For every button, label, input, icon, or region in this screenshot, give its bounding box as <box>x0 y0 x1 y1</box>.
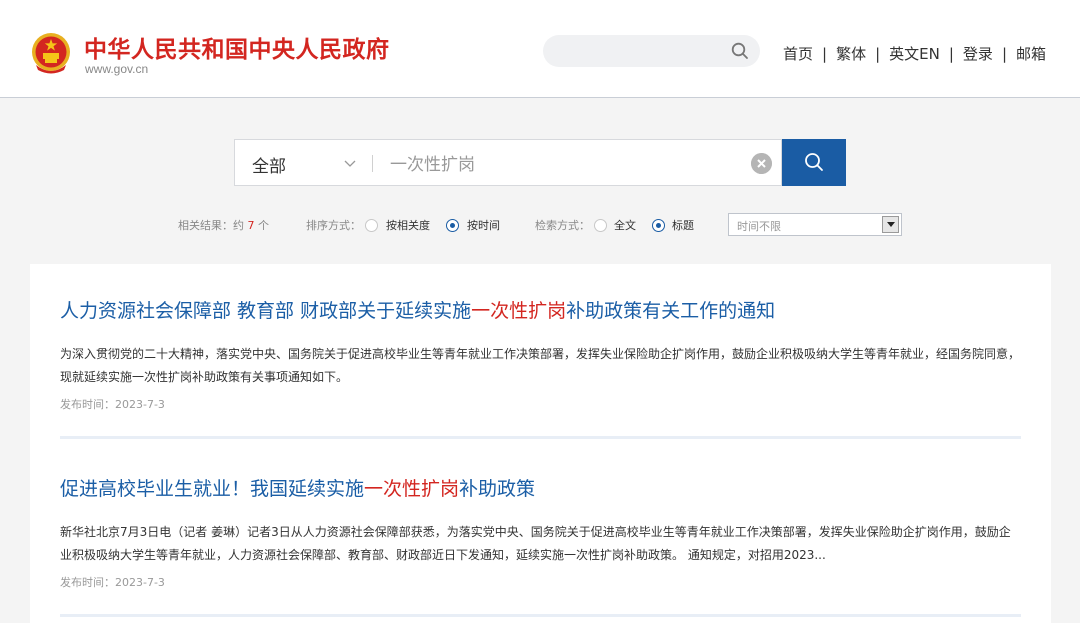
search-icon[interactable] <box>731 42 749 60</box>
result-divider <box>60 436 1021 439</box>
sort-label: 排序方式： <box>306 219 361 232</box>
result-title-link[interactable]: 人力资源社会保障部 教育部 财政部关于延续实施一次性扩岗补助政策有关工作的通知 <box>60 296 1021 323</box>
nav-login-link[interactable]: 登录 <box>963 43 993 64</box>
result-date: 发布时间：2023-7-3 <box>60 576 165 589</box>
mode-title-radio[interactable] <box>652 219 665 232</box>
result-title-text[interactable]: 补助政策有关工作的通知 <box>566 300 775 322</box>
site-title[interactable]: 中华人民共和国中央人民政府 <box>84 30 390 64</box>
results-panel: 人力资源社会保障部 教育部 财政部关于延续实施一次性扩岗补助政策有关工作的通知 … <box>30 264 1051 623</box>
result-item: 人力资源社会保障部 教育部 财政部关于延续实施一次性扩岗补助政策有关工作的通知 … <box>60 296 1021 412</box>
nav-separator: | <box>822 44 828 63</box>
mode-fulltext-label[interactable]: 全文 <box>614 217 636 233</box>
sort-time-radio[interactable] <box>446 219 459 232</box>
header-search-input[interactable] <box>543 35 760 67</box>
main-search-box: 全部 <box>234 139 782 186</box>
result-date: 发布时间：2023-7-3 <box>60 398 165 411</box>
result-count-suffix: 个 <box>258 219 269 232</box>
result-title-highlight[interactable]: 一次性扩岗 <box>471 300 566 322</box>
site-url: www.gov.cn <box>85 62 149 76</box>
mode-fulltext-radio[interactable] <box>594 219 607 232</box>
nav-mail-link[interactable]: 邮箱 <box>1016 43 1046 64</box>
sort-time-label[interactable]: 按时间 <box>467 217 500 233</box>
result-count: 相关结果：约 7 个 <box>178 217 269 233</box>
search-scope-select[interactable]: 全部 <box>252 152 286 177</box>
time-range-select[interactable]: 时间不限 <box>728 213 902 236</box>
chevron-down-icon[interactable] <box>343 156 357 170</box>
nav-separator: | <box>1001 44 1007 63</box>
mode-label: 检索方式： <box>535 219 590 232</box>
result-title-link[interactable]: 促进高校毕业生就业！我国延续实施一次性扩岗补助政策 <box>60 474 1021 501</box>
result-count-prefix: 相关结果：约 <box>178 219 244 232</box>
search-query-input[interactable] <box>390 152 730 172</box>
time-range-value: 时间不限 <box>737 220 781 233</box>
sort-relevance-label[interactable]: 按相关度 <box>386 217 430 233</box>
national-emblem-icon[interactable] <box>30 31 72 75</box>
result-title-highlight[interactable]: 一次性扩岗 <box>364 478 459 500</box>
nav-separator: | <box>875 44 881 63</box>
site-header: 中华人民共和国中央人民政府 www.gov.cn 首页 | 繁体 | 英文EN … <box>0 0 1080 98</box>
result-divider <box>60 614 1021 617</box>
sort-relevance-radio[interactable] <box>365 219 378 232</box>
nav-separator: | <box>948 44 954 63</box>
scope-divider <box>372 155 373 172</box>
result-title-text[interactable]: 人力资源社会保障部 教育部 财政部关于延续实施 <box>60 300 471 322</box>
search-icon <box>805 153 823 171</box>
dropdown-arrow-icon[interactable] <box>882 216 899 233</box>
nav-traditional-link[interactable]: 繁体 <box>836 43 866 64</box>
result-title-text[interactable]: 补助政策 <box>459 478 535 500</box>
result-abstract: 新华社北京7月3日电（记者 姜琳）记者3日从人力资源社会保障部获悉，为落实党中央… <box>60 525 1011 562</box>
nav-home-link[interactable]: 首页 <box>783 43 813 64</box>
mode-title-label[interactable]: 标题 <box>672 217 694 233</box>
result-count-number: 7 <box>247 219 255 232</box>
search-button[interactable] <box>782 139 846 186</box>
result-item: 促进高校毕业生就业！我国延续实施一次性扩岗补助政策 新华社北京7月3日电（记者 … <box>60 474 1021 590</box>
nav-english-link[interactable]: 英文EN <box>889 43 940 64</box>
result-abstract: 为深入贯彻党的二十大精神，落实党中央、国务院关于促进高校毕业生等青年就业工作决策… <box>60 347 1021 384</box>
clear-icon[interactable] <box>751 153 772 174</box>
top-navigation: 首页 | 繁体 | 英文EN | 登录 | 邮箱 <box>783 43 1046 64</box>
result-title-text[interactable]: 促进高校毕业生就业！我国延续实施 <box>60 478 364 500</box>
